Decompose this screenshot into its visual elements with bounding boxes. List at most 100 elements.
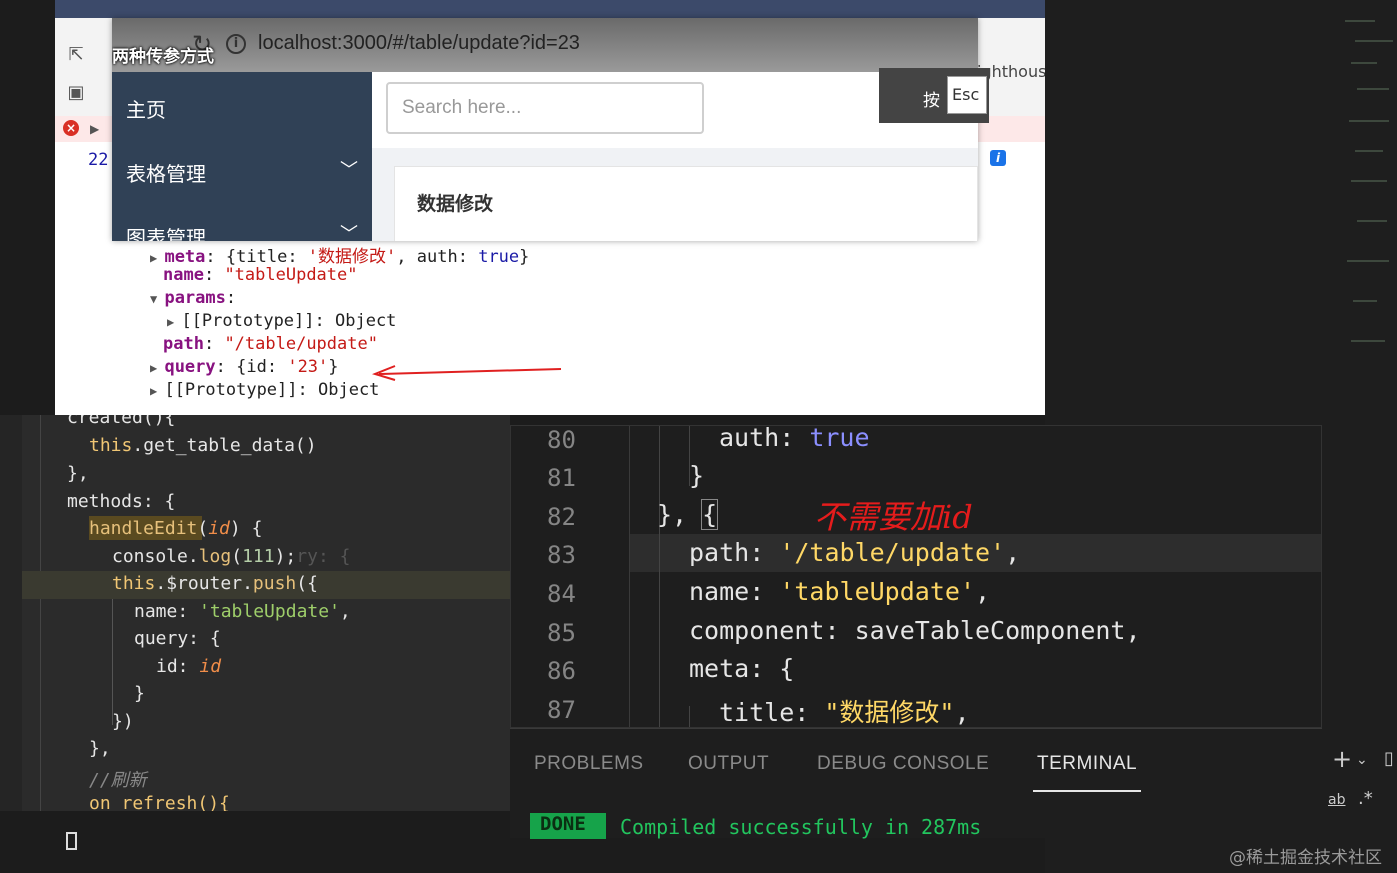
overlay-title: 两种传参方式 <box>112 47 214 67</box>
tab-terminal[interactable]: TERMINAL <box>1037 753 1137 775</box>
sidebar-item-chart-management[interactable]: 图表管理 ﹀ <box>126 222 358 241</box>
code-line: } <box>134 683 145 704</box>
editor-gutter <box>0 415 22 811</box>
tab-debug-console[interactable]: DEBUG CONSOLE <box>817 753 989 775</box>
code-line: component: saveTableComponent, <box>689 616 1141 645</box>
bottom-panel: PROBLEMS OUTPUT DEBUG CONSOLE TERMINAL D… <box>510 728 1322 839</box>
split-terminal-icon[interactable]: ▯ <box>1384 748 1394 769</box>
chevron-down-icon[interactable]: ⌄ <box>1356 752 1368 768</box>
card-title: 数据修改 <box>417 193 494 215</box>
code-line: path: '/table/update', <box>689 538 1021 567</box>
address-bar[interactable]: ↻ i localhost:3000/#/table/update?id=23 … <box>112 18 978 72</box>
app-overlay-window: ↻ i localhost:3000/#/table/update?id=23 … <box>112 18 978 241</box>
chevron-down-icon: ﹀ <box>340 160 358 181</box>
compile-status-text: Compiled successfully in 287ms <box>620 815 982 839</box>
code-line: methods: { <box>67 491 176 512</box>
url-text[interactable]: localhost:3000/#/table/update?id=23 <box>258 32 580 55</box>
match-word-icon[interactable]: ab <box>1328 792 1345 808</box>
sidebar: 主页 表格管理 ﹀ 图表管理 ﹀ <box>112 72 372 241</box>
minimap-line <box>1347 260 1389 262</box>
minimap-line <box>1355 150 1383 152</box>
info-icon[interactable]: i <box>990 150 1006 166</box>
devtools-top-bar <box>55 0 1045 18</box>
left-code-editor[interactable]: created(){ this.get_table_data() }, meth… <box>0 415 510 811</box>
sidebar-item-home[interactable]: 主页 <box>126 94 166 123</box>
minimap-line <box>1351 180 1387 182</box>
line-number: 84 <box>547 580 576 608</box>
code-line: }) <box>112 711 134 732</box>
esc-key: Esc <box>947 76 987 114</box>
indent-guide <box>112 595 113 725</box>
console-name-row: name: "tableUpdate" <box>163 265 358 285</box>
minimap-line <box>1351 62 1377 64</box>
line-number: 86 <box>547 657 576 685</box>
sidebar-item-label: 主页 <box>126 98 166 122</box>
right-code-editor[interactable]: 80 81 82 83 84 85 86 87 auth: true } }, … <box>510 425 1322 728</box>
code-line: on_refresh(){ <box>89 793 230 811</box>
code-comment: //刷新 <box>89 770 147 791</box>
code-line: }, <box>67 463 89 484</box>
sidebar-item-label: 图表管理 <box>126 226 206 241</box>
console-params-row[interactable]: ▼ params: <box>150 288 236 308</box>
code-line: } <box>689 461 705 490</box>
sidebar-item-label: 表格管理 <box>126 162 206 186</box>
sidebar-item-table-management[interactable]: 表格管理 ﹀ <box>126 158 358 187</box>
code-line: this.$router.push({ <box>112 573 318 594</box>
console-prototype-row[interactable]: ▶ [[Prototype]]: Object <box>167 311 396 331</box>
console-drawer-icon[interactable]: ▣ <box>65 82 87 104</box>
search-input[interactable]: Search here... <box>386 82 704 134</box>
code-line: query: { <box>134 628 221 649</box>
indent-guide <box>659 426 660 727</box>
chevron-down-icon: ﹀ <box>340 224 358 241</box>
inspect-icon[interactable]: ⇱ <box>65 44 87 66</box>
code-line: this.get_table_data() <box>89 435 317 456</box>
hint-text: 按 <box>923 91 940 111</box>
minimap-line <box>1357 220 1387 222</box>
watermark: @稀土掘金技术社区 <box>1229 848 1382 868</box>
line-number: 80 <box>547 426 576 454</box>
minimap-line <box>1355 40 1393 42</box>
minimap-line <box>1345 20 1375 22</box>
expand-triangle-icon[interactable]: ▶ <box>90 122 99 136</box>
code-line: auth: true <box>719 425 870 452</box>
content-card: 数据修改 <box>394 166 978 241</box>
code-line: meta: { <box>689 654 795 683</box>
line-number: 83 <box>547 541 576 569</box>
minimap-line <box>1351 340 1385 342</box>
console-line-number: 22 <box>88 150 109 170</box>
tab-problems[interactable]: PROBLEMS <box>534 753 644 775</box>
minimap-line <box>1357 88 1389 90</box>
regex-icon[interactable]: .* <box>1358 788 1373 809</box>
handwritten-annotation: 不需要加id <box>814 498 973 536</box>
indent-guide <box>689 706 690 727</box>
minimap-line <box>1349 120 1389 122</box>
code-line: id: id <box>156 656 222 677</box>
code-line: name: 'tableUpdate', <box>134 601 351 622</box>
indent-guide <box>40 415 41 811</box>
code-line: console.log(111);ry: { <box>112 546 351 567</box>
line-number: 85 <box>547 619 576 647</box>
status-badge: DONE <box>530 813 606 839</box>
console-path-row: path: "/table/update" <box>163 334 378 354</box>
fullscreen-exit-hint: 按 Esc <box>879 68 989 123</box>
line-number: 81 <box>547 464 576 492</box>
minimap-line <box>1353 300 1377 302</box>
active-tab-indicator <box>1033 790 1141 792</box>
red-arrow-annotation <box>371 365 562 381</box>
console-query-row[interactable]: ▶ query: {id: '23'} <box>150 357 339 377</box>
code-line: }, { <box>657 499 719 530</box>
line-number: 87 <box>547 696 576 724</box>
console-meta-row[interactable]: ▶ meta: {title: '数据修改', auth: true} <box>150 242 529 267</box>
code-line: created(){ <box>67 415 176 428</box>
terminal-cursor <box>66 832 77 850</box>
add-terminal-icon[interactable]: + <box>1332 745 1352 773</box>
console-prototype-row[interactable]: ▶ [[Prototype]]: Object <box>150 380 379 400</box>
error-icon: × <box>63 120 79 136</box>
code-line: title: "数据修改", <box>719 698 970 727</box>
code-line: name: 'tableUpdate', <box>689 577 991 606</box>
line-number: 82 <box>547 503 576 531</box>
gutter-divider <box>629 426 630 727</box>
site-info-icon[interactable]: i <box>226 34 246 54</box>
tab-output[interactable]: OUTPUT <box>688 753 769 775</box>
code-line: }, <box>89 738 111 759</box>
